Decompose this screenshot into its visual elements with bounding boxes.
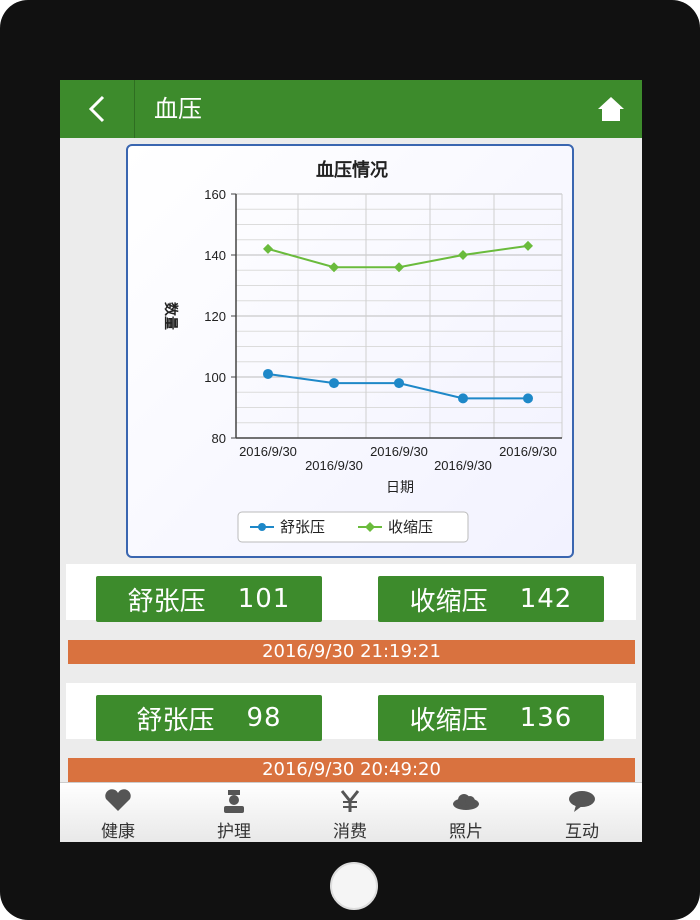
reading-timestamp: 2016/9/30 21:19:21 xyxy=(68,640,635,664)
x-tick-label: 2016/9/30 xyxy=(239,444,297,459)
legend-label-diastolic: 舒张压 xyxy=(280,519,325,536)
home-button[interactable] xyxy=(596,94,626,124)
x-tick-label: 2016/9/30 xyxy=(434,458,492,473)
systolic-point[interactable] xyxy=(523,240,533,251)
chart-legend: 舒张压 收缩压 xyxy=(237,511,469,543)
page-title: 血压 xyxy=(154,95,202,123)
cloud-icon xyxy=(453,794,479,810)
diastolic-point[interactable] xyxy=(394,378,404,389)
diastolic-pill[interactable]: 舒张压 98 xyxy=(96,695,322,741)
x-tick-label: 2016/9/30 xyxy=(305,458,363,473)
tab-label: 照片 xyxy=(449,822,483,842)
chart-card: 血压情况 数量 日期 160 140 120 100 80 2016/9/30 2016/… xyxy=(126,144,574,558)
systolic-point[interactable] xyxy=(263,243,273,254)
tablet-frame: 血压 血压情况 数量 日期 160 140 120 100 80 2016/9/30 20… xyxy=(0,0,700,920)
y-tick-label: 80 xyxy=(212,431,226,446)
nurse-icon xyxy=(224,790,244,813)
back-button[interactable] xyxy=(60,80,135,138)
diastolic-point[interactable] xyxy=(329,378,339,389)
diastolic-point[interactable] xyxy=(263,368,273,379)
tab-expense[interactable]: 消费 xyxy=(292,783,408,842)
tab-interact[interactable]: 互动 xyxy=(524,783,640,842)
tab-nursing[interactable]: 护理 xyxy=(176,783,292,842)
yen-icon xyxy=(340,790,360,812)
tab-label: 互动 xyxy=(565,822,599,842)
tab-photos[interactable]: 照片 xyxy=(408,783,524,842)
reading-card: 舒张压 98 收缩压 136 xyxy=(66,683,636,741)
diastolic-pill[interactable]: 舒张压 101 xyxy=(96,576,322,622)
heart-icon xyxy=(105,789,131,811)
home-icon xyxy=(598,97,624,121)
bottom-tab-bar: 健康 护理 消费 照片 互动 xyxy=(60,782,642,842)
back-arrow-icon xyxy=(88,95,105,123)
x-tick-label: 2016/9/30 xyxy=(499,444,557,459)
legend-label-systolic: 收缩压 xyxy=(388,519,433,536)
reading-card: 舒张压 101 收缩压 142 xyxy=(66,564,636,622)
systolic-point[interactable] xyxy=(458,250,468,260)
tab-label: 护理 xyxy=(217,822,251,842)
tab-label: 消费 xyxy=(333,822,367,842)
app-screen: 血压 血压情况 数量 日期 160 140 120 100 80 2016/9/30 20… xyxy=(60,80,642,842)
y-tick-label: 160 xyxy=(204,187,226,202)
systolic-label: 收缩压 xyxy=(409,705,488,736)
legend-marker-diastolic xyxy=(258,523,266,531)
diastolic-value: 101 xyxy=(237,584,291,614)
y-tick-label: 140 xyxy=(204,248,226,263)
chart-title: 血压情况 xyxy=(316,159,388,180)
y-tick-label: 120 xyxy=(204,309,226,324)
diastolic-point[interactable] xyxy=(458,393,468,404)
y-tick-label: 100 xyxy=(204,370,226,385)
systolic-value: 142 xyxy=(519,584,573,614)
diastolic-point[interactable] xyxy=(523,393,533,404)
y-axis-title: 数量 xyxy=(163,302,179,330)
tab-label: 健康 xyxy=(101,822,135,842)
x-tick-label: 2016/9/30 xyxy=(370,444,428,459)
reading-timestamp: 2016/9/30 20:49:20 xyxy=(68,758,635,782)
diastolic-value: 98 xyxy=(246,703,282,733)
diastolic-label: 舒张压 xyxy=(127,586,206,617)
blood-pressure-chart: 血压情况 数量 日期 160 140 120 100 80 2016/9/30 2016/… xyxy=(163,159,563,543)
systolic-pill[interactable]: 收缩压 142 xyxy=(378,576,604,622)
systolic-pill[interactable]: 收缩压 136 xyxy=(378,695,604,741)
systolic-label: 收缩压 xyxy=(409,586,488,617)
header-bar: 血压 xyxy=(60,80,642,138)
chat-bubble-icon xyxy=(569,791,595,812)
x-axis-title: 日期 xyxy=(386,479,414,495)
systolic-value: 136 xyxy=(519,703,573,733)
diastolic-label: 舒张压 xyxy=(136,705,215,736)
device-home-button[interactable] xyxy=(330,862,378,910)
tab-health[interactable]: 健康 xyxy=(60,783,176,842)
